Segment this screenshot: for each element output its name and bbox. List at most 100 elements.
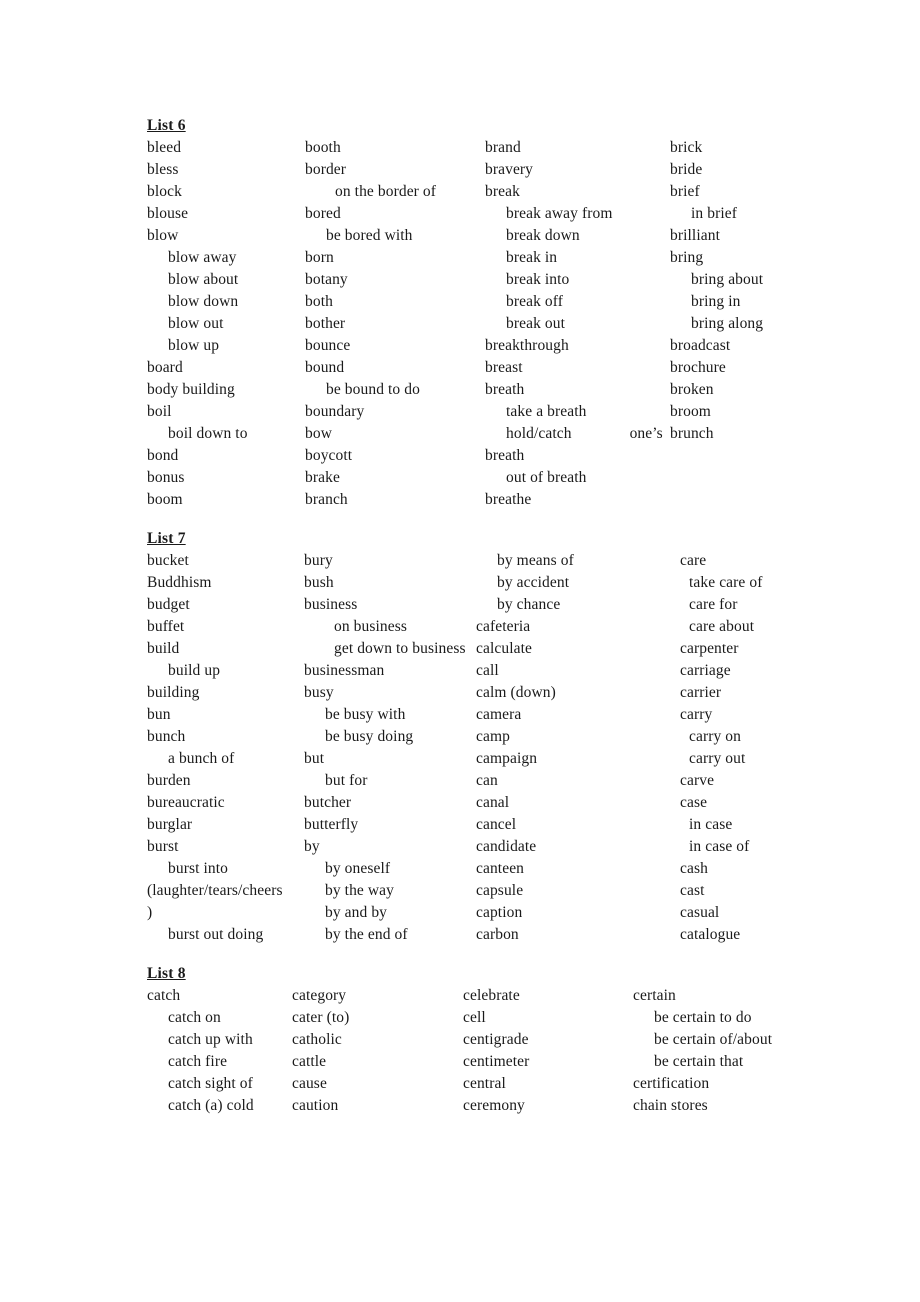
entry-text: by — [304, 838, 320, 855]
entry-text: bond — [147, 447, 179, 464]
vocabulary-phrase: case — [659, 792, 762, 814]
vocabulary-headword: brick — [670, 137, 763, 159]
vocabulary-headword: border — [305, 159, 436, 181]
vocabulary-headword: catch — [147, 985, 254, 1007]
entry-text: a bunch of — [168, 750, 235, 767]
vocabulary-phrase: build up — [147, 660, 283, 682]
vocabulary-headword: canteen — [476, 858, 574, 880]
vocabulary-phrase: be busy with — [304, 704, 466, 726]
list-columns: bucket Buddhism budget buffet build build up b… — [147, 550, 887, 946]
vocabulary-phrase: blow out — [147, 313, 248, 335]
entry-text: brand — [485, 139, 521, 156]
entry-text: boil — [147, 403, 172, 420]
entry-text: branch — [305, 491, 348, 508]
entry-text: bury — [304, 552, 333, 569]
word-column: celebrate cell centigrade centimeter central… — [463, 985, 529, 1117]
entry-text: in case — [689, 816, 733, 833]
entry-text: break away from — [506, 205, 613, 222]
entry-text: casual — [680, 904, 720, 921]
entry-text: breath — [485, 447, 525, 464]
vocabulary-headword: board — [147, 357, 248, 379]
entry-text: blow about — [168, 271, 239, 288]
vocabulary-phrase: catch sight of — [147, 1073, 254, 1095]
entry-text: cast — [680, 882, 705, 899]
vocabulary-headword: boil — [147, 401, 248, 423]
vocabulary-phrase: care — [659, 550, 762, 572]
entry-text: brake — [305, 469, 340, 486]
entry-text: camera — [476, 706, 522, 723]
entry-text: care — [680, 552, 707, 569]
vocabulary-headword: booth — [305, 137, 436, 159]
vocabulary-phrase: blow about — [147, 269, 248, 291]
vocabulary-headword: bravery — [485, 159, 663, 181]
entry-text: canteen — [476, 860, 525, 877]
vocabulary-headword: canal — [476, 792, 574, 814]
entry-text: in brief — [691, 205, 737, 222]
entry-text: camp — [476, 728, 510, 745]
vocabulary-phrase: cast — [659, 880, 762, 902]
entry-text: blow away — [168, 249, 237, 266]
vocabulary-headword: camp — [476, 726, 574, 748]
vocabulary-phrase: care about — [659, 616, 762, 638]
entry-text: be busy doing — [325, 728, 414, 745]
vocabulary-phrase: by chance — [476, 594, 574, 616]
vocabulary-phrase: be certain of/about — [633, 1029, 772, 1051]
vocabulary-headword: camera — [476, 704, 574, 726]
entry-text: cafeteria — [476, 618, 531, 635]
entry-text: by the way — [325, 882, 395, 899]
entry-text: cancel — [476, 816, 517, 833]
vocabulary-phrase: in brief — [670, 203, 763, 225]
entry-text: calculate — [476, 640, 532, 657]
vocabulary-headword: broken — [670, 379, 763, 401]
vocabulary-headword: build — [147, 638, 283, 660]
vocabulary-headword: breath — [485, 445, 663, 467]
vocabulary-phrase: carve — [659, 770, 762, 792]
entry-text: cause — [292, 1075, 327, 1092]
entry-text: be bored with — [326, 227, 413, 244]
word-column: certain be certain to do be certain of/abo… — [633, 985, 772, 1117]
entry-text: bush — [304, 574, 334, 591]
entry-text: bravery — [485, 161, 534, 178]
entry-text: bound — [305, 359, 345, 376]
vocabulary-phrase: catch on — [147, 1007, 254, 1029]
vocabulary-headword: (laughter/tears/cheers — [147, 880, 283, 902]
vocabulary-phrase: bring in — [670, 291, 763, 313]
vocabulary-headword: bounce — [305, 335, 436, 357]
vocabulary-phrase: carrier — [659, 682, 762, 704]
vocabulary-phrase: burst into — [147, 858, 283, 880]
vocabulary-headword: bury — [304, 550, 466, 572]
entry-text: caution — [292, 1097, 339, 1114]
vocabulary-headword: bureaucratic — [147, 792, 283, 814]
vocabulary-phrase: blow up — [147, 335, 248, 357]
vocabulary-phrase: a bunch of — [147, 748, 283, 770]
vocabulary-phrase: be bound to do — [305, 379, 436, 401]
entry-text: catalogue — [680, 926, 741, 943]
vocabulary-phrase: carriage — [659, 660, 762, 682]
vocabulary-headword: break — [485, 181, 663, 203]
entry-text: break — [485, 183, 520, 200]
word-column: bleed bless block blouse blow blow away blow a… — [147, 137, 248, 511]
vocabulary-headword: burst — [147, 836, 283, 858]
entry-text: by and by — [325, 904, 388, 921]
vocabulary-phrase: be bored with — [305, 225, 436, 247]
entry-text: but for — [325, 772, 368, 789]
entry-text: burst out doing — [168, 926, 264, 943]
entry-text: by means of — [497, 552, 574, 569]
entry-text: bring in — [691, 293, 741, 310]
entry-text: bounce — [305, 337, 351, 354]
entry-text: burst — [147, 838, 179, 855]
vocabulary-headword: blow — [147, 225, 248, 247]
vocabulary-headword: bush — [304, 572, 466, 594]
entry-text: botany — [305, 271, 348, 288]
entry-text: cater (to) — [292, 1009, 350, 1026]
vocabulary-phrase: by the way — [304, 880, 466, 902]
vocabulary-headword: born — [305, 247, 436, 269]
entry-text: broom — [670, 403, 711, 420]
entry-text: get down to business — [334, 640, 466, 657]
entry-text: ) — [147, 904, 153, 921]
vocabulary-headword: buffet — [147, 616, 283, 638]
entry-text: by chance — [497, 596, 561, 613]
entry-text: catch up with — [168, 1031, 253, 1048]
list-title: List 8 — [147, 965, 186, 982]
entry-text: capsule — [476, 882, 524, 899]
